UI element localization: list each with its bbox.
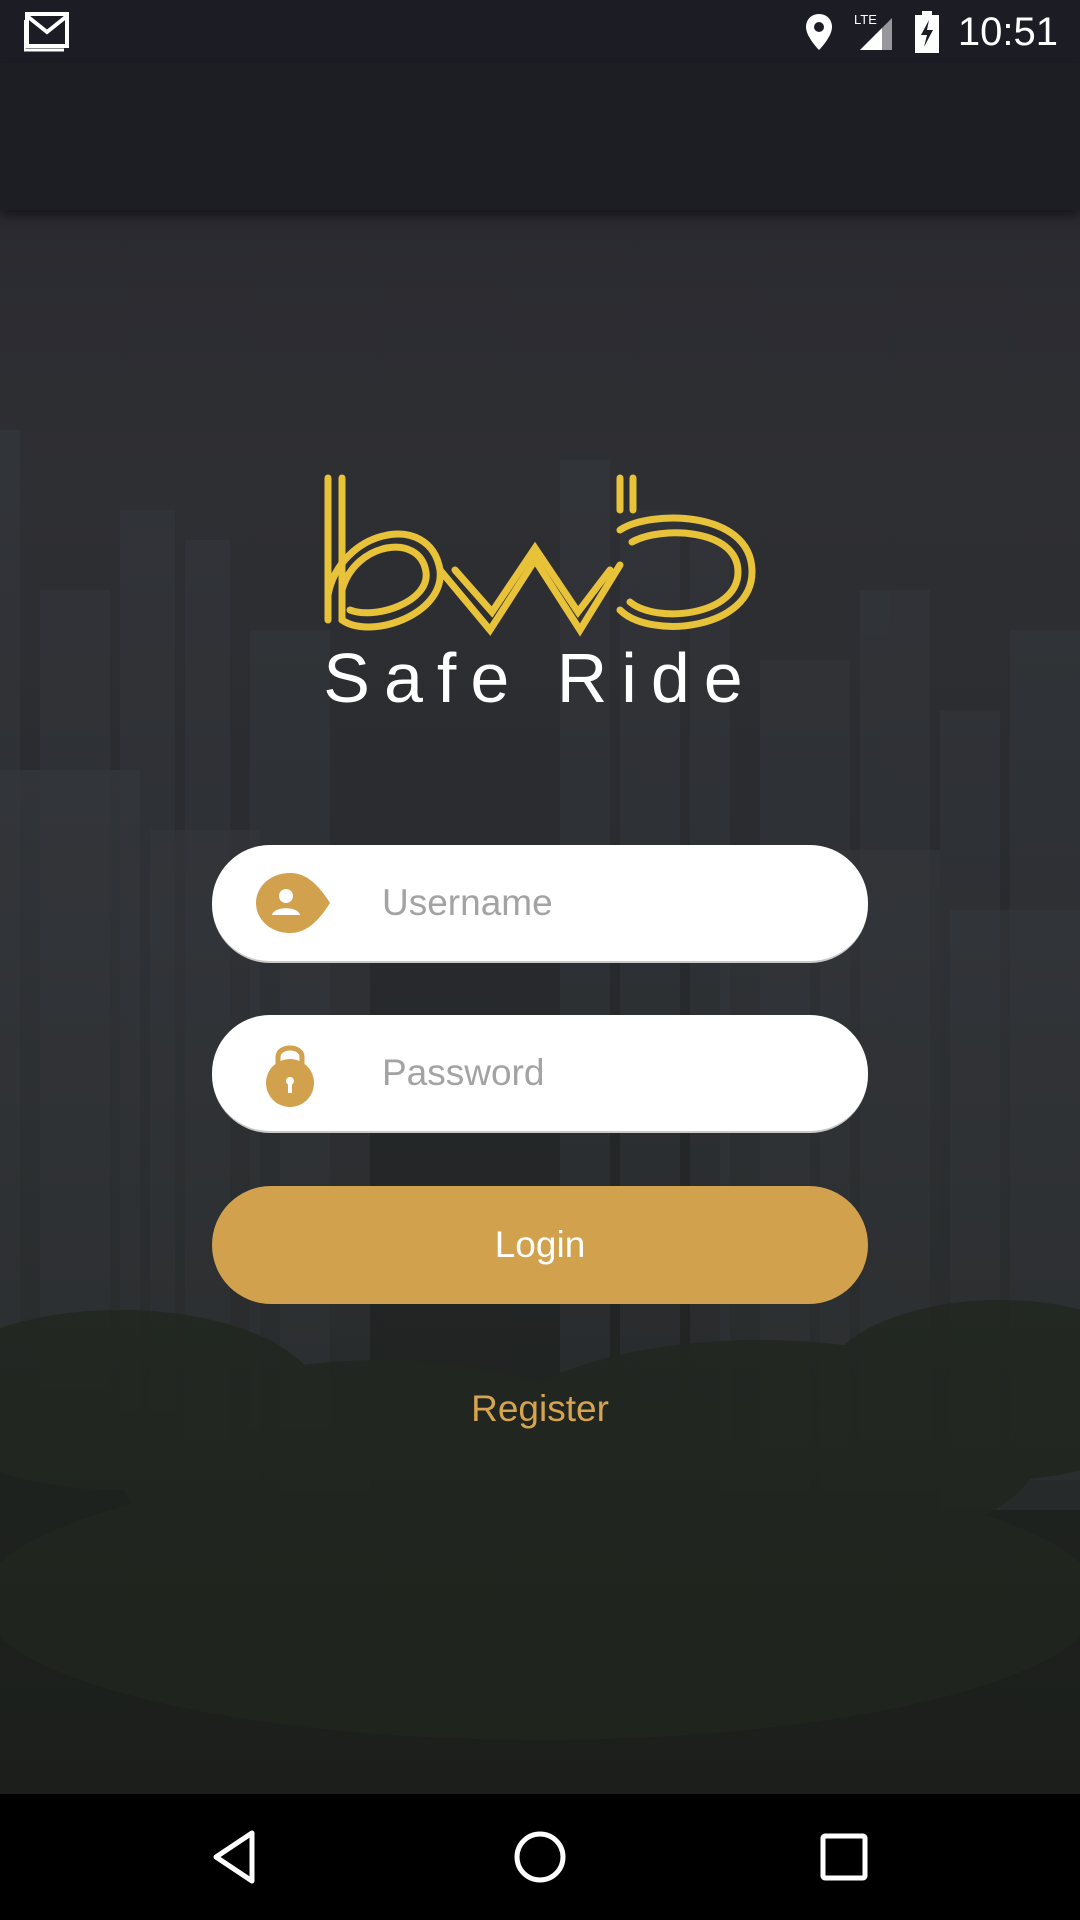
home-icon[interactable] bbox=[510, 1827, 570, 1887]
username-placeholder: Username bbox=[382, 882, 553, 923]
app-bar bbox=[0, 63, 1080, 210]
username-field[interactable]: Username bbox=[212, 845, 868, 963]
location-icon bbox=[805, 14, 832, 50]
status-bar: LTE 10:51 bbox=[0, 0, 1080, 63]
password-placeholder: Password bbox=[382, 1052, 545, 1093]
app-logo: Safe Ride bbox=[320, 470, 760, 720]
navigation-bar bbox=[0, 1794, 1080, 1920]
logo-mark bbox=[324, 474, 756, 637]
register-link[interactable]: Register bbox=[0, 1388, 1080, 1430]
login-button[interactable]: Login bbox=[212, 1186, 868, 1304]
password-field[interactable]: Password bbox=[212, 1015, 868, 1133]
signal-icon: LTE bbox=[854, 12, 892, 50]
recents-icon[interactable] bbox=[814, 1827, 874, 1887]
network-label: LTE bbox=[854, 12, 877, 27]
lock-icon bbox=[266, 1045, 314, 1107]
city-background-image bbox=[0, 210, 1080, 1794]
brand-name: Safe Ride bbox=[323, 639, 757, 717]
user-icon bbox=[256, 873, 330, 933]
status-time: 10:51 bbox=[957, 9, 1058, 54]
battery-charging-icon bbox=[914, 11, 939, 53]
gmail-icon bbox=[22, 12, 69, 52]
back-icon[interactable] bbox=[206, 1827, 266, 1887]
